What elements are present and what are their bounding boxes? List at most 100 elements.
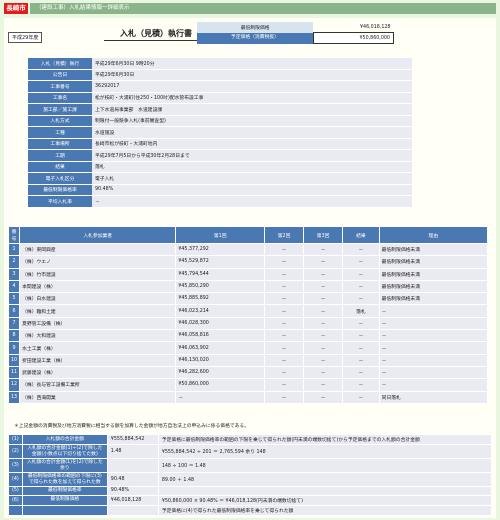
bid-amount: － xyxy=(303,390,344,404)
info-row: 結果 落札 xyxy=(28,161,412,173)
info-value: 平成29年7月5日から平成30年2月28日まで xyxy=(92,149,412,162)
info-row: 公告日 平成29年6月30日 xyxy=(28,69,412,81)
bid-amount: ¥45,377,292 xyxy=(175,242,266,257)
bid-amount: － xyxy=(303,316,344,331)
bid-amount: － xyxy=(264,329,305,343)
calc-label: 入札額の合計金額(1)÷(2)で除した金額(小数点以下切り捨てた数) xyxy=(21,444,108,459)
calc-value xyxy=(106,504,159,516)
bidder-table: 番号 入札参加業者 第1回 第2回 第3回 結果 理由 1 （株）東岡興産 ¥45,377,29… xyxy=(7,226,489,404)
table-row: 2 （株）ウエノ ¥45,529,872 －－－最低制限価格未満 xyxy=(7,255,489,269)
bid-amount: ¥45,794,544 xyxy=(175,267,266,281)
info-value: 制限付一般競争入札(事前審査型) xyxy=(92,115,412,127)
min-price-value: ¥46,018,128 xyxy=(359,24,391,30)
info-row: 入札（見積）執行 平成29年6月30日 9時20分 xyxy=(28,58,412,70)
bid-amount: ¥46,130,020 xyxy=(175,353,266,367)
calc-detail: 89.00 ＋ 1.48 xyxy=(157,472,493,487)
bid-amount: － xyxy=(264,255,305,269)
info-row: 工期 平成29年7月5日から平成30年2月28日まで xyxy=(28,149,412,162)
info-label: 公告日 xyxy=(28,69,92,81)
info-value: 90.48% xyxy=(92,184,412,196)
info-label: 平均入札率 xyxy=(28,195,92,208)
bid-amount: ¥46,028,300 xyxy=(175,316,266,331)
bid-amount: － xyxy=(303,329,344,343)
bidder-name: 本間建設（株） xyxy=(19,279,177,294)
info-row: 工事場所 長崎市松が枝町・大浦町地内 xyxy=(28,138,412,150)
calc-value: ¥555,884,542 xyxy=(106,434,159,445)
bid-number: 11 xyxy=(7,365,21,380)
table-row: 10 折田建設工業（株） ¥46,130,020 －－－－ xyxy=(7,353,489,367)
calc-table: (1) 入札額の合計金額 ¥555,884,542 予定価格に最低制限価格率の範囲の下… xyxy=(8,434,493,516)
bid-result: － xyxy=(342,316,380,331)
bid-number: 5 xyxy=(7,292,21,306)
calc-detail: 148 ÷ 100 ＝ 1.48 xyxy=(157,458,493,473)
bid-reason: － xyxy=(378,329,489,343)
bidder-name: （株）ウエノ xyxy=(19,255,177,269)
info-value: 松が枝町・大浦町(住250・100吋)配水管布設工事 xyxy=(92,92,412,104)
bid-amount: ¥46,282,600 xyxy=(175,365,266,380)
bid-amount: － xyxy=(303,353,344,367)
bid-amount: － xyxy=(264,242,305,257)
info-row: 工事番号 36292017 xyxy=(28,80,412,93)
calc-label: 入札額の合計金額 xyxy=(21,434,108,445)
bid-amount: － xyxy=(264,267,305,281)
bid-column-header: 番号 xyxy=(7,226,21,244)
bid-number: 6 xyxy=(7,304,21,318)
bid-column-header: 第3回 xyxy=(303,226,344,244)
info-value: 平成29年6月30日 9時20分 xyxy=(92,58,412,70)
calc-value: 90.48% xyxy=(106,486,159,496)
bidder-name: （株）西海開業 xyxy=(19,390,177,404)
bid-amount: ¥46,058,816 xyxy=(175,329,266,343)
bid-amount: － xyxy=(303,378,344,392)
bid-reason: － xyxy=(378,353,489,367)
info-value: － xyxy=(92,195,412,208)
bid-amount: ¥46,063,902 xyxy=(175,341,266,355)
bid-amount: － xyxy=(303,255,344,269)
bid-amount: － xyxy=(264,353,305,367)
calc-detail: 予定価格に(4)で得られた最低制限価格率を乗じて得られた額 xyxy=(157,504,493,516)
planned-price-value: ¥50,860,000 xyxy=(312,32,395,44)
calc-detail: 予定価格に最低制限価格率の範囲の下限を乗じて得られた額(円未満の端数切捨て)から… xyxy=(157,434,493,445)
bid-number: 3 xyxy=(7,267,21,281)
bid-amount: － xyxy=(303,267,344,281)
table-row: 9 水土工業（株） ¥46,063,902 －－－－ xyxy=(7,341,489,355)
bid-amount: － xyxy=(264,304,305,318)
bid-amount: － xyxy=(303,242,344,257)
info-label: 最低制限価格率 xyxy=(28,184,92,196)
bid-info-table: 入札（見積）執行 平成29年6月30日 9時20分 公告日 平成29年6月30日 工事番… xyxy=(28,58,412,208)
info-row: 入札方式 制限付一般競争入札(事前審査型) xyxy=(28,115,412,127)
info-label: 入札（見積）執行 xyxy=(28,58,92,70)
table-row: 13 （株）西海開業－－－－同日落札 xyxy=(7,390,489,404)
calc-number xyxy=(8,504,23,516)
info-row: 電子入札区分 電子入札 xyxy=(28,172,412,185)
calc-label: 最低制限価格 xyxy=(21,494,108,506)
calc-label: 最低制限価格率 xyxy=(21,486,108,496)
bid-reason: － xyxy=(378,365,489,380)
table-row: 3 （株）竹市建設 ¥45,794,544 －－－最低制限価格未満 xyxy=(7,267,489,281)
bid-amount: － xyxy=(264,279,305,294)
bid-amount: － xyxy=(264,341,305,355)
info-label: 入札方式 xyxy=(28,115,92,127)
bidder-name: （株）白水建設 xyxy=(19,292,177,306)
calc-detail: ¥50,860,000 × 90.48% ＝ ¥46,018,128(円未満の端… xyxy=(157,494,493,506)
bid-reason: 最低制限価格未満 xyxy=(378,292,489,306)
info-row: 最低制限価格率 90.48% xyxy=(28,184,412,196)
planned-price-label: 予定価格（消費税抜） xyxy=(197,32,314,44)
table-row: 7 夏野管工設備（株） ¥46,028,300 －－－－ xyxy=(7,316,489,331)
calc-number: (2) xyxy=(8,444,23,459)
bid-number: 7 xyxy=(7,316,21,331)
bid-number: 12 xyxy=(7,378,21,392)
bid-reason: 同日落札 xyxy=(378,390,489,404)
calc-number: (5) xyxy=(8,486,23,496)
tax-note: ＊上記金額の消費税及び地方消費税に相当する額を加算した金額が地方自治法上の申込み… xyxy=(14,424,250,429)
calc-number: (1) xyxy=(8,434,23,445)
price-summary: 最低制限価格 ¥46,018,128 予定価格（消費税抜） ¥50,860,00… xyxy=(197,22,395,44)
bid-number: 8 xyxy=(7,329,21,343)
info-label: 電子入札区分 xyxy=(28,172,92,185)
info-label: 工事番号 xyxy=(28,80,92,93)
bid-amount: ¥45,885,892 xyxy=(175,292,266,306)
bid-amount: － xyxy=(264,378,305,392)
bid-amount: － xyxy=(303,279,344,294)
info-value: 上下水道局事業部 水道建設課 xyxy=(92,103,412,116)
bid-amount: ¥45,529,872 xyxy=(175,255,266,269)
calc-value: ¥46,018,128 xyxy=(106,494,159,506)
